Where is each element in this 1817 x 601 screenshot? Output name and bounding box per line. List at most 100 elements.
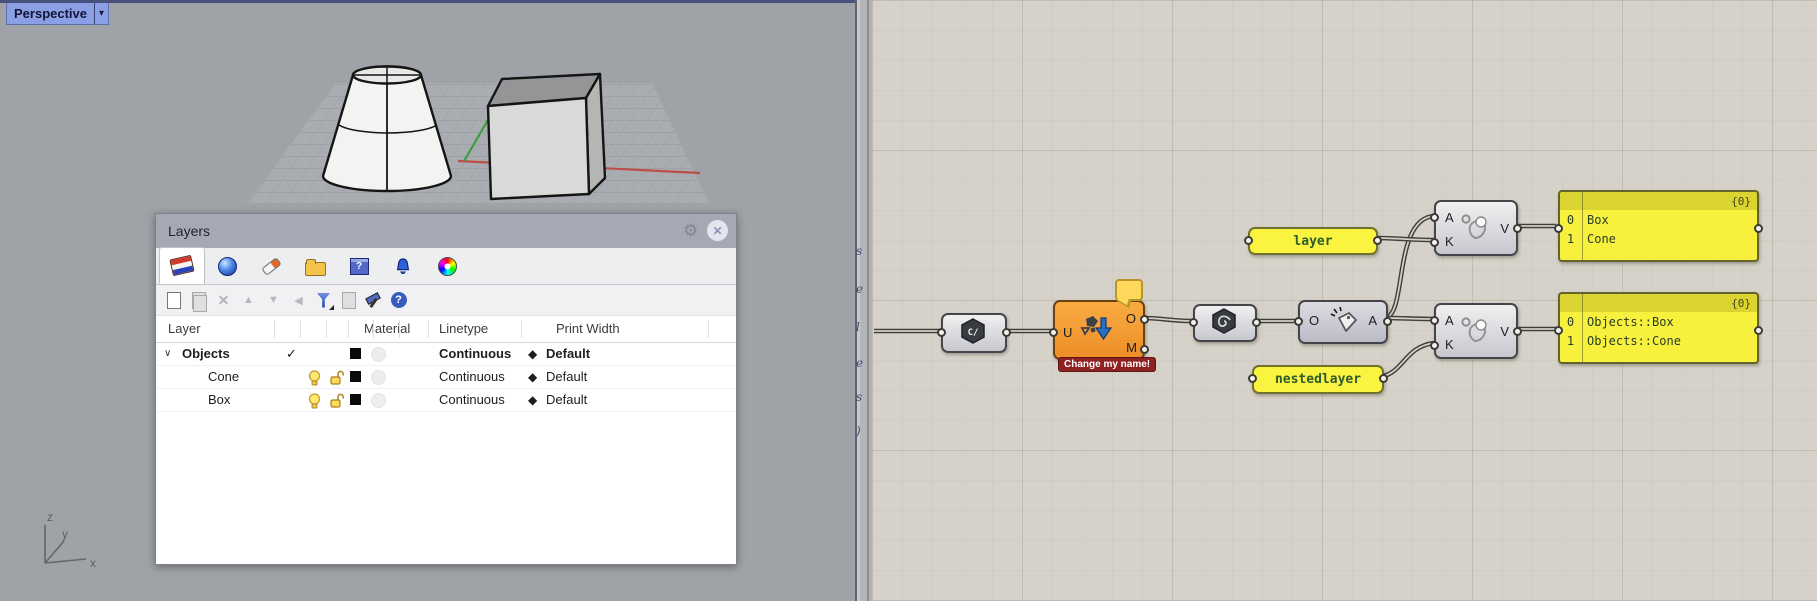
- viewport-tab[interactable]: Perspective ▾: [6, 3, 109, 25]
- clipped-glyph: e: [856, 356, 863, 370]
- input-label-a: A: [1445, 313, 1454, 328]
- input-nub[interactable]: [1554, 326, 1563, 335]
- output-nub[interactable]: [1383, 317, 1392, 326]
- move-up-button[interactable]: ▲: [240, 292, 257, 309]
- output-nub[interactable]: [1140, 345, 1149, 354]
- output-panel-bottom[interactable]: {0} 0Objects::Box 1Objects::Cone: [1558, 292, 1759, 364]
- tab-notifications[interactable]: [381, 249, 425, 284]
- linetype-value[interactable]: Continuous: [439, 343, 511, 365]
- input-nub[interactable]: [1430, 213, 1439, 222]
- tab-display[interactable]: [205, 249, 249, 284]
- nestedlayer-name-panel[interactable]: nestedlayer: [1252, 365, 1384, 394]
- output-nub[interactable]: [1373, 236, 1382, 245]
- output-nub[interactable]: [1002, 328, 1011, 337]
- help-window-icon: ?: [350, 258, 369, 275]
- tag-icon: [1323, 305, 1363, 339]
- layer-row-objects[interactable]: ∨ Objects ✓ Continuous ◆ Default: [156, 343, 736, 366]
- close-icon[interactable]: ✕: [707, 220, 728, 241]
- layer-color-swatch[interactable]: [350, 348, 361, 359]
- new-layer-button[interactable]: [165, 292, 182, 309]
- clipped-glyph: ): [856, 424, 863, 438]
- input-nub[interactable]: [1430, 341, 1439, 350]
- chevron-down-icon[interactable]: ▾: [95, 3, 108, 24]
- output-nub[interactable]: [1513, 224, 1522, 233]
- gear-icon[interactable]: ⚙: [683, 221, 698, 241]
- move-down-button[interactable]: ▼: [265, 292, 282, 309]
- path-component[interactable]: C/: [941, 313, 1007, 353]
- unnest-button[interactable]: ◀: [290, 292, 307, 309]
- material-preview[interactable]: [371, 393, 386, 408]
- layer-name: Box: [208, 389, 230, 411]
- wire[interactable]: [1142, 318, 1191, 321]
- layer-row-box[interactable]: Box Continuous ◆ Default: [156, 389, 736, 412]
- tab-materials[interactable]: [249, 249, 293, 284]
- output-nub[interactable]: [1379, 374, 1388, 383]
- current-layer-check-icon[interactable]: ✓: [286, 343, 297, 365]
- input-nub[interactable]: [1248, 374, 1257, 383]
- retrieve-component-bottom[interactable]: A K V: [1434, 303, 1518, 359]
- clipped-glyph: s: [856, 244, 863, 258]
- linetype-value[interactable]: Continuous: [439, 366, 505, 388]
- sphere-icon: [218, 257, 237, 276]
- input-nub[interactable]: [937, 328, 946, 337]
- wire[interactable]: [1384, 216, 1434, 318]
- input-nub[interactable]: [1049, 328, 1058, 337]
- input-nub[interactable]: [1554, 224, 1563, 233]
- layer-row-cone[interactable]: Cone Continuous ◆ Default: [156, 366, 736, 389]
- bell-icon: [393, 257, 413, 277]
- print-width-diamond-icon: ◆: [528, 366, 537, 388]
- output-panel-top[interactable]: {0} 0Box 1Cone: [1558, 190, 1759, 262]
- material-preview[interactable]: [371, 370, 386, 385]
- output-nub[interactable]: [1513, 327, 1522, 336]
- print-width-value[interactable]: Default: [546, 366, 587, 388]
- layer-name-panel[interactable]: layer: [1248, 227, 1378, 255]
- report-button[interactable]: [340, 292, 357, 309]
- copy-layer-button[interactable]: [190, 292, 207, 309]
- note-balloon-icon[interactable]: [1115, 279, 1143, 301]
- input-label-o: O: [1309, 313, 1319, 328]
- output-nub[interactable]: [1252, 318, 1261, 327]
- output-nub[interactable]: [1140, 315, 1149, 324]
- tab-help-window[interactable]: ?: [337, 249, 381, 284]
- material-preview[interactable]: [371, 347, 386, 362]
- rhino-viewport[interactable]: z y x Perspective ▾ Layers ⚙ ✕: [0, 0, 855, 601]
- warning-banner[interactable]: Change my name!: [1058, 357, 1156, 372]
- input-nub[interactable]: [1430, 316, 1439, 325]
- panel-row: 1Objects::Cone: [1560, 331, 1757, 350]
- tab-files[interactable]: [293, 249, 337, 284]
- input-label-a: A: [1445, 210, 1454, 225]
- wire[interactable]: [1380, 343, 1434, 377]
- layer-color-swatch[interactable]: [350, 394, 361, 405]
- delete-layer-button[interactable]: ✕: [215, 292, 232, 309]
- tab-layers[interactable]: [159, 247, 205, 284]
- box-object[interactable]: [488, 74, 605, 199]
- tools-button[interactable]: [365, 292, 382, 309]
- filter-button[interactable]: [315, 292, 332, 309]
- lock-icon[interactable]: [330, 393, 344, 415]
- output-nub[interactable]: [1754, 224, 1763, 233]
- tab-color-wheel[interactable]: [425, 249, 469, 284]
- help-button[interactable]: ?: [390, 292, 407, 309]
- tag-component[interactable]: O A: [1298, 300, 1388, 344]
- input-nub[interactable]: [1294, 317, 1303, 326]
- grasshopper-canvas[interactable]: C/ U O M Change my name!: [872, 0, 1817, 601]
- input-nub[interactable]: [1189, 318, 1198, 327]
- rename-component[interactable]: U O M: [1053, 300, 1145, 360]
- visibility-bulb-icon[interactable]: [308, 393, 321, 416]
- input-nub[interactable]: [1430, 238, 1439, 247]
- wire[interactable]: [1374, 238, 1434, 240]
- layers-panel-titlebar[interactable]: Layers ⚙ ✕: [156, 214, 736, 248]
- layer-color-swatch[interactable]: [350, 371, 361, 382]
- retrieve-component-top[interactable]: A K V: [1434, 200, 1518, 256]
- key-value-icon: [1459, 212, 1493, 242]
- new-page-icon: [167, 292, 181, 309]
- spiral-component[interactable]: [1193, 304, 1257, 342]
- linetype-value[interactable]: Continuous: [439, 389, 505, 411]
- panel-row: 1Cone: [1560, 229, 1757, 248]
- print-width-value[interactable]: Default: [546, 343, 590, 365]
- expand-caret-icon[interactable]: ∨: [164, 343, 171, 365]
- print-width-value[interactable]: Default: [546, 389, 587, 411]
- layer-wedge-icon: [169, 255, 194, 277]
- input-nub[interactable]: [1244, 236, 1253, 245]
- output-nub[interactable]: [1754, 326, 1763, 335]
